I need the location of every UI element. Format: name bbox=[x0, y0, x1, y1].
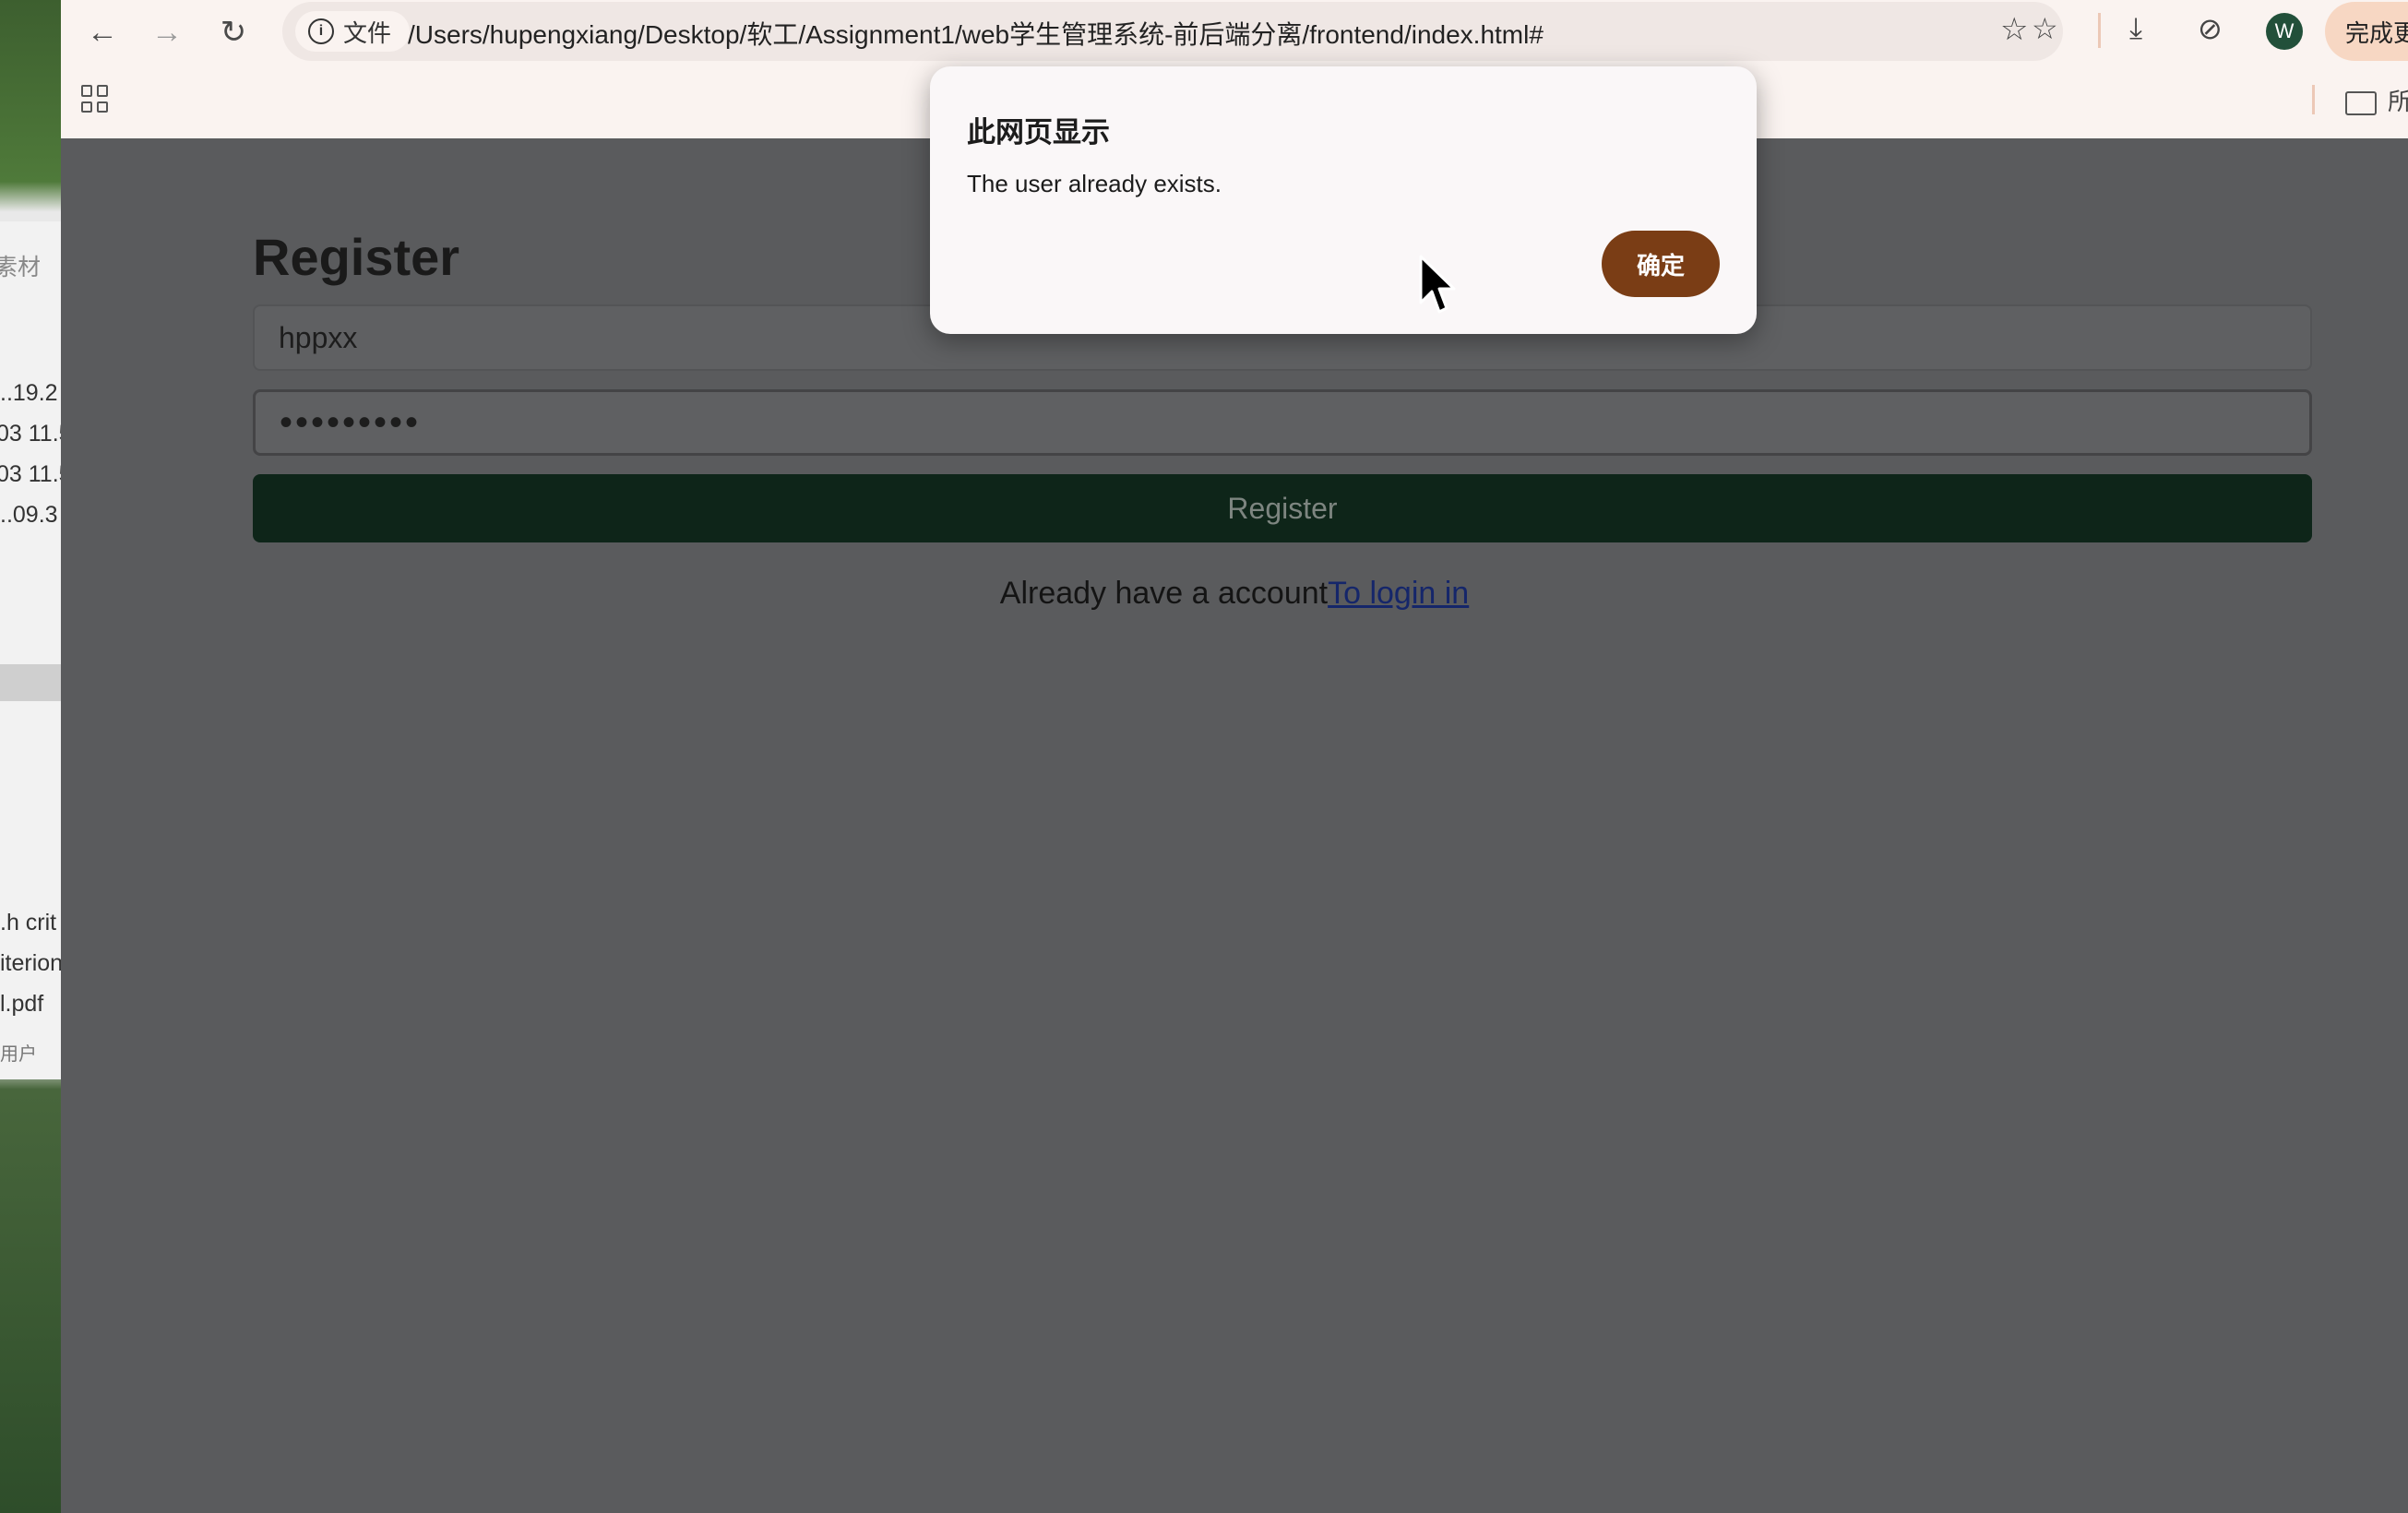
apps-grid-icon[interactable] bbox=[81, 85, 109, 113]
address-url[interactable]: /Users/hupengxiang/Desktop/软工/Assignment… bbox=[408, 15, 1544, 52]
address-bar[interactable]: i 文件 /Users/hupengxiang/Desktop/软工/Assig… bbox=[282, 2, 2063, 61]
update-button[interactable]: 完成更 bbox=[2325, 2, 2408, 61]
bookmarks-folder-label: 所 bbox=[2388, 88, 2408, 115]
side-panel-row: 用户 bbox=[0, 1044, 37, 1065]
toolbar-divider bbox=[2098, 13, 2101, 48]
side-panel-row: ..09.3 bbox=[0, 502, 58, 528]
browser-window: ← → ↻ i 文件 /Users/hupengxiang/Desktop/软工… bbox=[61, 0, 2408, 1513]
register-button[interactable]: Register bbox=[253, 474, 2312, 542]
side-panel-row: 03 11.5 bbox=[0, 461, 61, 487]
login-link[interactable]: To login in bbox=[1328, 576, 1469, 611]
login-prompt-text: Already have a account bbox=[999, 576, 1329, 611]
download-icon[interactable]: ⤓ bbox=[2129, 11, 2142, 46]
page-title: Register bbox=[253, 228, 460, 286]
profile-avatar[interactable]: W bbox=[2266, 13, 2303, 50]
side-panel-row: 03 11.5 bbox=[0, 421, 61, 447]
side-panel-row: iterion bbox=[0, 950, 61, 976]
dialog-title: 此网页显示 bbox=[967, 116, 1110, 149]
page-content: Register hppxx ••••••••• Register Alread… bbox=[61, 138, 2408, 1513]
side-panel-row: .h crit bbox=[0, 910, 57, 935]
performance-icon[interactable]: ⊘ bbox=[2198, 11, 2223, 46]
side-panel-row: l.pdf bbox=[0, 991, 44, 1017]
info-icon: i bbox=[308, 18, 334, 44]
bookmarks-divider bbox=[2312, 85, 2315, 114]
password-input[interactable]: ••••••••• bbox=[253, 389, 2312, 456]
back-arrow-icon[interactable]: ← bbox=[81, 11, 124, 54]
folder-icon bbox=[2345, 91, 2377, 116]
mouse-cursor-icon bbox=[1419, 255, 1456, 314]
site-info-chip[interactable]: i 文件 bbox=[295, 11, 411, 52]
side-panel-row: ..19.2 bbox=[0, 380, 58, 406]
alert-dialog: 此网页显示 The user already exists. 确定 bbox=[930, 66, 1757, 334]
dialog-message: The user already exists. bbox=[967, 170, 1222, 197]
reload-icon[interactable]: ↻ bbox=[212, 11, 255, 54]
bookmark-star-icon[interactable]: ☆ bbox=[2000, 11, 2028, 48]
forward-arrow-icon[interactable]: → bbox=[146, 11, 188, 54]
background-window-panel: 素材 ..19.2 03 11.5 03 11.5 ..09.3 .h crit… bbox=[0, 221, 61, 1079]
favorites-icon[interactable]: ☆ bbox=[2032, 11, 2058, 46]
bookmarks-folder[interactable]: 所 bbox=[2345, 83, 2408, 117]
site-info-label: 文件 bbox=[343, 18, 392, 47]
side-panel-selection bbox=[0, 664, 61, 701]
dialog-ok-button[interactable]: 确定 bbox=[1602, 231, 1720, 297]
side-panel-label: 素材 bbox=[0, 255, 42, 280]
login-prompt: Already have a accountTo login in bbox=[61, 576, 2408, 612]
